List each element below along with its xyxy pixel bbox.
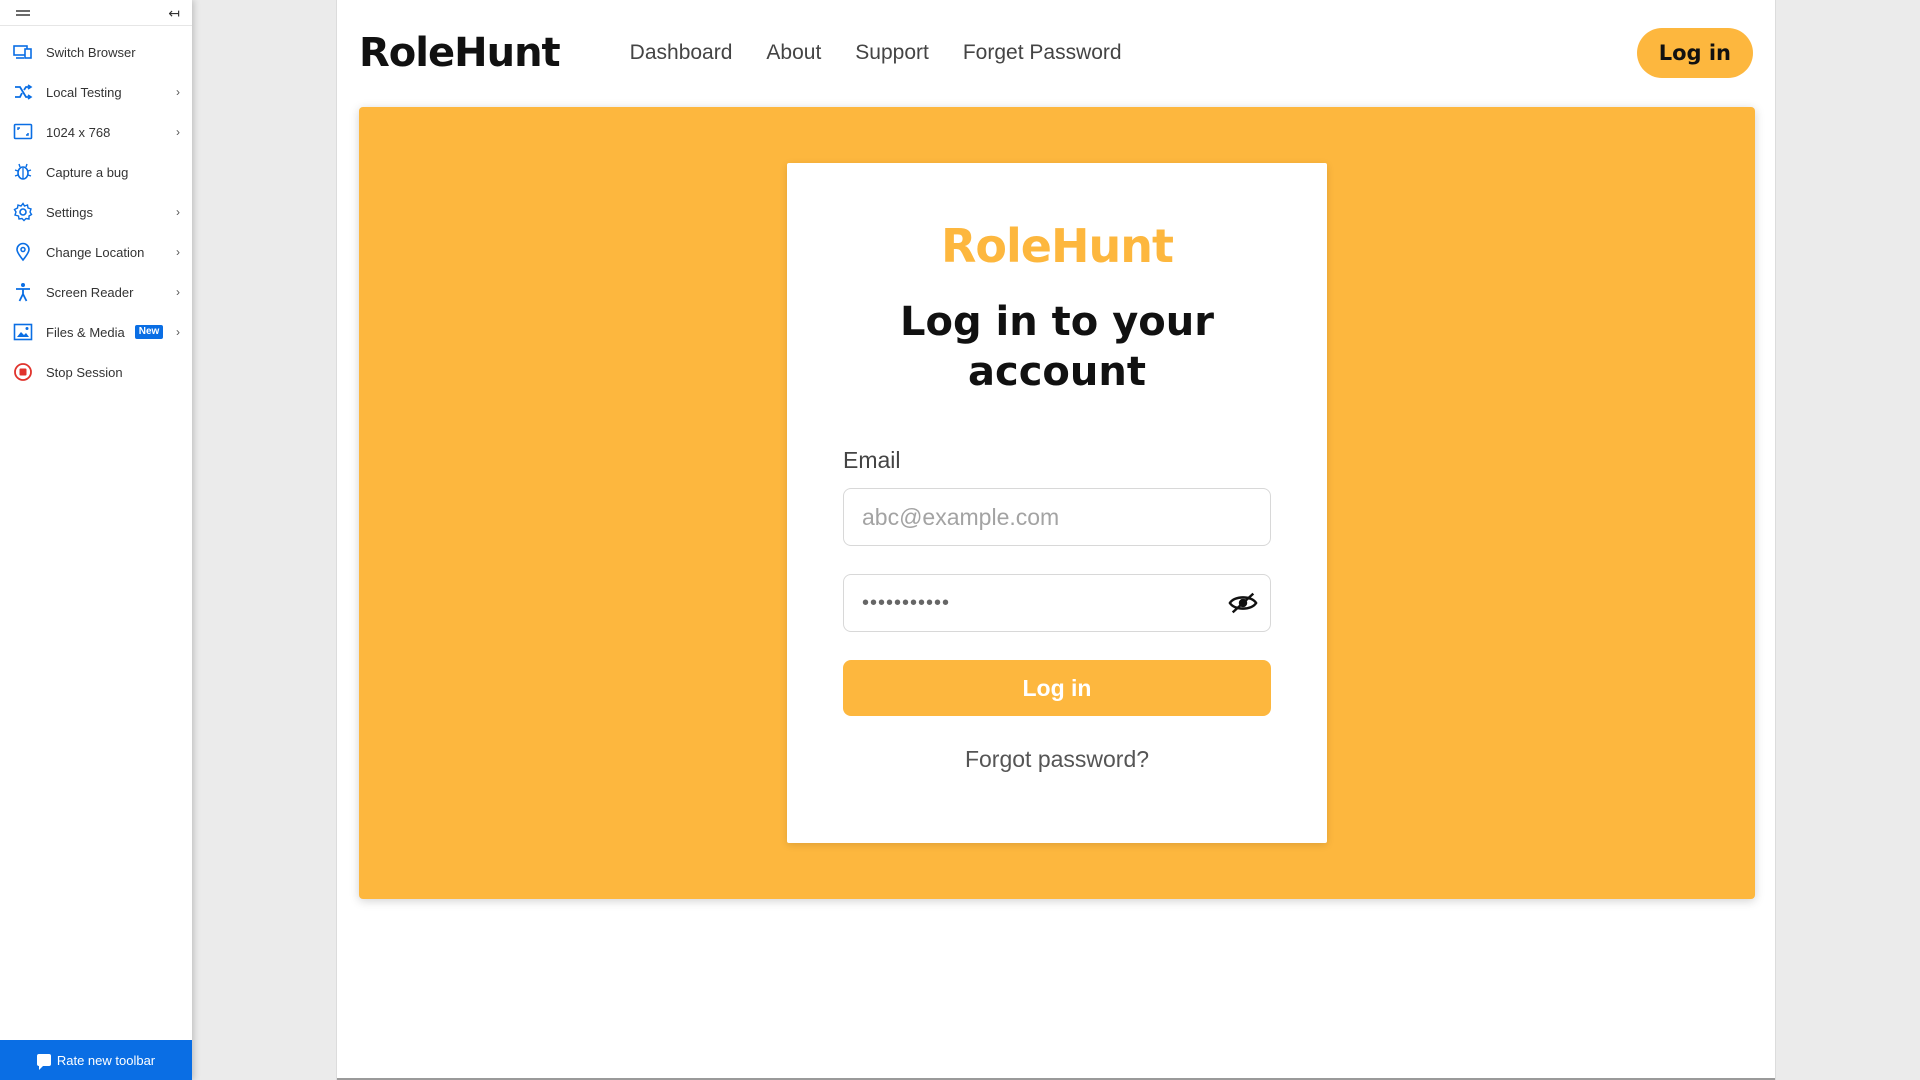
toolbar-item-label: 1024 x 768 [46, 124, 111, 140]
password-field[interactable] [843, 574, 1271, 632]
forgot-password-link[interactable]: Forgot password? [843, 746, 1271, 773]
location-pin-icon [12, 241, 34, 263]
collapse-toolbar-icon[interactable]: ↤ [168, 6, 180, 20]
nav-links: Dashboard About Support Forget Password [630, 41, 1637, 65]
toolbar-header: ↤ [0, 0, 192, 26]
password-field-wrapper [843, 574, 1271, 632]
rate-toolbar-button[interactable]: Rate new toolbar [0, 1040, 192, 1080]
image-icon [12, 321, 34, 343]
email-field[interactable] [843, 488, 1271, 546]
gear-icon [12, 201, 34, 223]
drag-handle-icon[interactable] [16, 9, 30, 16]
toolbar-item-label: Stop Session [46, 364, 123, 380]
chevron-right-icon: › [176, 205, 180, 219]
stop-icon [12, 361, 34, 383]
email-label: Email [843, 447, 901, 473]
toolbar-item-screen-reader[interactable]: Screen Reader › [0, 272, 192, 312]
toolbar-item-change-location[interactable]: Change Location › [0, 232, 192, 272]
login-submit-button[interactable]: Log in [843, 660, 1271, 716]
nav-link-support[interactable]: Support [855, 41, 929, 65]
toolbar-item-label: Files & Media [46, 324, 125, 340]
rate-toolbar-label: Rate new toolbar [56, 1052, 156, 1068]
toolbar-item-label: Local Testing [46, 84, 122, 100]
chevron-right-icon: › [176, 125, 180, 139]
toolbar-item-local-testing[interactable]: Local Testing › [0, 72, 192, 112]
toolbar-item-stop-session[interactable]: Stop Session [0, 352, 192, 392]
login-card: RoleHunt Log in to your account Email ab… [787, 163, 1327, 843]
switch-browser-icon [12, 41, 34, 63]
toolbar-item-label: Capture a bug [46, 164, 129, 180]
login-hero-panel: RoleHunt Log in to your account Email ab… [359, 107, 1755, 899]
toolbar-item-capture-bug[interactable]: Capture a bug [0, 152, 192, 192]
login-title: Log in to your account [900, 299, 1214, 395]
toolbar-menu: Switch Browser Local Testing › 1024 x 76… [0, 26, 192, 392]
toolbar-item-resolution[interactable]: 1024 x 768 › [0, 112, 192, 152]
website-viewport: RoleHunt Dashboard About Support Forget … [336, 0, 1776, 1080]
login-form: Email Log in Forgot password? [843, 447, 1271, 773]
resolution-icon [12, 121, 34, 143]
toolbar-item-files-media[interactable]: Files & Media New › [0, 312, 192, 352]
toolbar-item-settings[interactable]: Settings › [0, 192, 192, 232]
chevron-right-icon: › [176, 285, 180, 299]
bug-icon [12, 161, 34, 183]
toolbar-item-switch-browser[interactable]: Switch Browser [0, 32, 192, 72]
nav-link-about[interactable]: About [766, 41, 821, 65]
toolbar-item-label: Screen Reader [46, 284, 134, 300]
chevron-right-icon: › [176, 85, 180, 99]
testing-toolbar: ↤ Switch Browser Local Testing › 1024 x … [0, 0, 192, 1080]
card-brand-logo: RoleHunt [941, 219, 1174, 273]
nav-login-button[interactable]: Log in [1636, 28, 1753, 78]
accessibility-icon [12, 281, 34, 303]
brand-logo[interactable]: RoleHunt [359, 30, 561, 76]
toggle-password-visibility-icon[interactable] [1225, 586, 1261, 620]
nav-link-forget-password[interactable]: Forget Password [963, 41, 1122, 65]
top-navbar: RoleHunt Dashboard About Support Forget … [337, 0, 1775, 106]
toolbar-item-label: Change Location [46, 244, 145, 260]
local-testing-icon [12, 81, 34, 103]
feedback-icon [36, 1054, 51, 1070]
new-badge: New [134, 325, 164, 339]
nav-link-dashboard[interactable]: Dashboard [630, 41, 733, 65]
chevron-right-icon: › [176, 245, 180, 259]
toolbar-item-label: Settings [46, 204, 93, 220]
toolbar-item-label: Switch Browser [46, 44, 136, 60]
chevron-right-icon: › [176, 325, 180, 339]
